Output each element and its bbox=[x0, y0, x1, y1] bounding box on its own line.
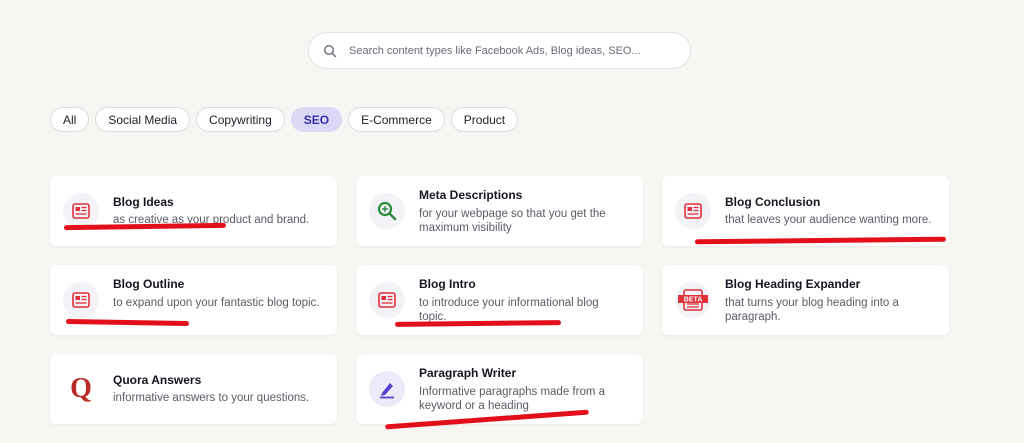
pen-writing-icon bbox=[369, 371, 405, 407]
quora-logo-icon: Q bbox=[63, 371, 99, 407]
card-title: Blog Intro bbox=[419, 277, 476, 291]
search-icon bbox=[323, 44, 337, 58]
quora-logo-letter: Q bbox=[70, 373, 92, 404]
card-quora-answers[interactable]: Q Quora Answers informative answers to y… bbox=[50, 354, 337, 424]
card-title: Meta Descriptions bbox=[419, 188, 523, 202]
card-title: Blog Heading Expander bbox=[725, 277, 861, 291]
category-tabs: All Social Media Copywriting SEO E-Comme… bbox=[50, 107, 519, 132]
blog-document-icon bbox=[675, 193, 711, 229]
card-title: Blog Ideas bbox=[113, 195, 174, 209]
card-description: informative answers to your questions. bbox=[113, 392, 310, 404]
card-description: that leaves your audience wanting more. bbox=[725, 214, 932, 226]
card-description: to expand upon your fantastic blog topic… bbox=[113, 297, 320, 309]
blog-document-icon bbox=[369, 282, 405, 318]
tab-social-media[interactable]: Social Media bbox=[95, 107, 191, 132]
tab-seo[interactable]: SEO bbox=[290, 107, 343, 132]
tab-e-commerce[interactable]: E-Commerce bbox=[348, 107, 445, 132]
card-title: Blog Conclusion bbox=[725, 195, 821, 209]
beta-label: BETA bbox=[684, 297, 703, 304]
tab-copywriting[interactable]: Copywriting bbox=[196, 107, 285, 132]
magnifier-search-icon bbox=[369, 193, 405, 229]
card-paragraph-writer[interactable]: Paragraph Writer Informative paragraphs … bbox=[356, 354, 643, 424]
tab-product[interactable]: Product bbox=[450, 107, 519, 132]
card-blog-heading-expander[interactable]: BETA Blog Heading Expander that turns yo… bbox=[662, 265, 949, 335]
search-bar[interactable] bbox=[308, 32, 691, 69]
tab-all[interactable]: All bbox=[50, 107, 90, 132]
card-blog-outline[interactable]: Blog Outline to expand upon your fantast… bbox=[50, 265, 337, 335]
card-blog-conclusion[interactable]: Blog Conclusion that leaves your audienc… bbox=[662, 176, 949, 246]
card-title: Quora Answers bbox=[113, 373, 202, 387]
card-description: Informative paragraphs made from a keywo… bbox=[419, 386, 606, 412]
card-title: Blog Outline bbox=[113, 277, 185, 291]
beta-document-icon: BETA bbox=[675, 282, 711, 318]
card-blog-ideas[interactable]: Blog Ideas as creative as your product a… bbox=[50, 176, 337, 246]
card-description: that turns your blog heading into a para… bbox=[725, 297, 899, 323]
card-title: Paragraph Writer bbox=[419, 366, 517, 380]
blog-document-icon bbox=[63, 282, 99, 318]
card-meta-descriptions[interactable]: Meta Descriptions for your webpage so th… bbox=[356, 176, 643, 246]
blog-document-icon bbox=[63, 193, 99, 229]
search-input[interactable] bbox=[349, 44, 690, 57]
card-description: for your webpage so that you get the max… bbox=[419, 208, 606, 234]
